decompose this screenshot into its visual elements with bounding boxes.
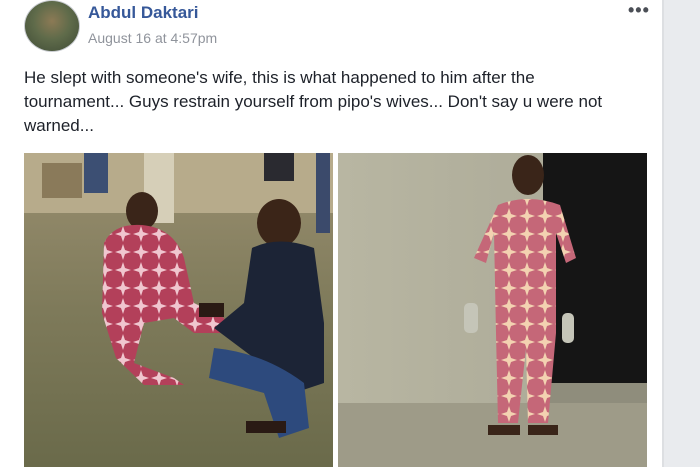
post-text: He slept with someone's wife, this is wh…: [24, 68, 603, 135]
post-timestamp-link[interactable]: August 16 at 4:57pm: [88, 30, 217, 46]
card-border: [662, 0, 664, 467]
author-avatar[interactable]: [24, 0, 80, 52]
post-photo-1[interactable]: [24, 153, 333, 467]
more-options-icon[interactable]: •••: [628, 0, 650, 21]
post-photo-2[interactable]: [338, 153, 647, 467]
post-card: Abdul Daktari August 16 at 4:57pm ••• He…: [0, 0, 662, 467]
photo-1-image: [24, 153, 333, 467]
photo-2-image: [338, 153, 647, 467]
author-name-link[interactable]: Abdul Daktari: [88, 3, 199, 23]
